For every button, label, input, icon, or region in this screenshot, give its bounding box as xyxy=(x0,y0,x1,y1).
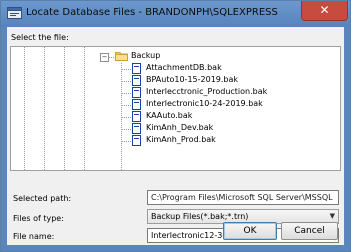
locate-database-files-dialog: Locate Database Files - BRANDONPH\SQLEXP… xyxy=(0,0,351,252)
tree-branch-line xyxy=(121,69,131,70)
collapse-expander[interactable]: − xyxy=(100,53,109,62)
file-item[interactable]: KimAnh_Prod.bak xyxy=(146,135,216,144)
tree-folder-label[interactable]: Backup xyxy=(131,51,160,60)
file-item[interactable]: KimAnh_Dev.bak xyxy=(146,123,213,132)
backup-file-icon xyxy=(132,99,141,110)
close-button[interactable]: ✕ xyxy=(301,1,348,21)
backup-file-icon xyxy=(132,123,141,134)
select-file-label: Select the file: xyxy=(11,33,69,42)
backup-file-icon xyxy=(132,87,141,98)
tree-branch-line xyxy=(121,81,131,82)
tree-guide-line xyxy=(84,47,85,170)
tree-guide-line xyxy=(44,47,45,170)
title-bar[interactable]: Locate Database Files - BRANDONPH\SQLEXP… xyxy=(1,1,350,27)
tree-branch-line xyxy=(121,105,131,106)
cancel-button[interactable]: Cancel xyxy=(281,222,338,240)
tree-guide-line xyxy=(24,47,25,170)
tree-branch-line xyxy=(121,129,131,130)
database-window-icon xyxy=(7,7,22,19)
file-tree[interactable]: − Backup AttachmentDB.bak BPAuto10-15-20… xyxy=(10,46,341,171)
files-of-type-label: Files of type: xyxy=(13,214,64,223)
dialog-body: Select the file: − Backup AttachmentDB.b… xyxy=(7,27,344,245)
tree-branch-line xyxy=(121,93,131,94)
backup-file-icon xyxy=(132,75,141,86)
file-item[interactable]: AttachmentDB.bak xyxy=(146,63,222,72)
ok-button[interactable]: OK xyxy=(223,222,277,240)
file-item[interactable]: Interlectronic10-24-2019.bak xyxy=(146,99,263,108)
tree-guide-line xyxy=(64,47,65,170)
backup-file-icon xyxy=(132,135,141,146)
file-item[interactable]: BPAuto10-15-2019.bak xyxy=(146,75,238,84)
file-item[interactable]: KAAuto.bak xyxy=(146,111,192,120)
backup-file-icon xyxy=(132,111,141,122)
selected-path-field[interactable]: C:\Program Files\Microsoft SQL Server\MS… xyxy=(147,190,339,205)
files-of-type-value: Backup Files(*.bak;*.trn) xyxy=(151,212,249,221)
file-name-label: File name: xyxy=(13,232,55,241)
tree-branch-line xyxy=(121,117,131,118)
tree-branch-line xyxy=(121,141,131,142)
file-item[interactable]: Interlecctronic_Production.bak xyxy=(146,87,267,96)
backup-file-icon xyxy=(132,63,141,74)
folder-icon xyxy=(115,52,128,61)
selected-path-label: Selected path: xyxy=(13,194,72,203)
window-title: Locate Database Files - BRANDONPH\SQLEXP… xyxy=(26,7,278,18)
